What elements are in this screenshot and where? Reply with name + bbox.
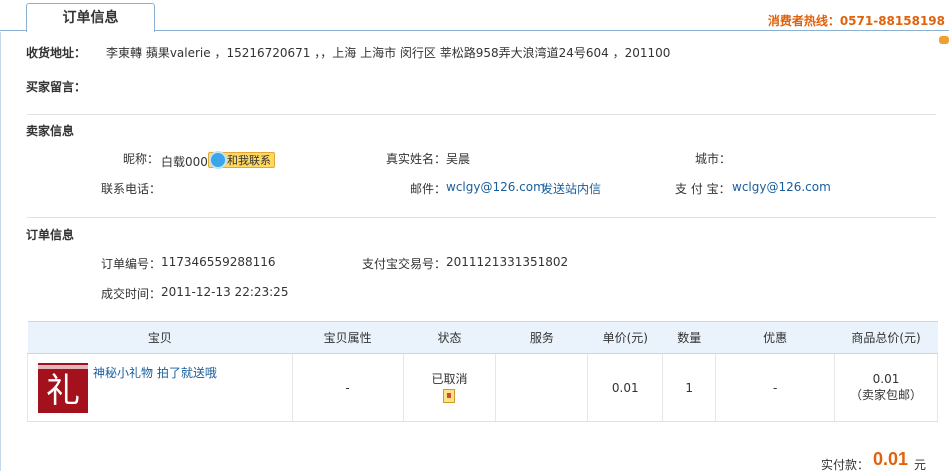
deal-time: 2011-12-13 22:23:25: [161, 285, 289, 299]
payment-amount: 0.01: [873, 449, 909, 469]
column-header: 数量: [662, 321, 716, 354]
consumer-hotline: 消费者热线：0571-88158198: [767, 14, 945, 28]
alipay-label: 支 付 宝：: [675, 182, 731, 196]
payment-unit: 元: [914, 458, 927, 471]
shipping-address-label: 收货地址：: [26, 46, 87, 60]
table-row: 礼 神秘小礼物 拍了就送哦 - 已取消 0.01 1 - 0.01 （卖家包邮）: [27, 353, 938, 422]
alipay-trade-number: 2011121331351802: [446, 255, 569, 269]
column-header: 状态: [403, 321, 496, 354]
item-total: 0.01: [872, 372, 900, 386]
seller-realname: 吴晨: [446, 152, 471, 166]
contact-seller-button[interactable]: 和我联系: [208, 151, 275, 169]
buyer-message-label: 买家留言：: [26, 80, 87, 94]
column-header: 服务: [495, 321, 588, 354]
seller-email-link[interactable]: wclgy@126.com: [446, 180, 545, 194]
tab-bar: 订单信息 消费者热线：0571-88158198: [0, 0, 949, 32]
email-label: 邮件：: [410, 182, 447, 196]
thumbnail-glyph: 礼: [46, 371, 80, 411]
item-title-link[interactable]: 神秘小礼物 拍了就送哦: [93, 364, 217, 381]
column-header: 商品总价(元): [834, 321, 938, 354]
column-header: 宝贝属性: [292, 321, 404, 354]
snapshot-icon[interactable]: [443, 388, 456, 403]
chat-icon: [209, 151, 227, 169]
send-message-link[interactable]: 发送站内信: [541, 180, 601, 197]
order-items-table: 宝贝 宝贝属性 状态 服务 单价(元) 数量 优惠 商品总价(元) 礼 神秘小礼…: [27, 321, 938, 422]
divider: [27, 114, 936, 115]
item-cell: 礼 神秘小礼物 拍了就送哦: [27, 353, 293, 422]
order-section-title: 订单信息: [26, 228, 75, 242]
phone-label: 联系电话：: [101, 182, 162, 196]
order-detail-panel: 收货地址： 李東轉 蘋果valerie ，15216720671 ，，上海 上海…: [0, 32, 949, 471]
shipping-address-value: 李東轉 蘋果valerie ，15216720671 ，，上海 上海市 闵行区 …: [106, 46, 671, 60]
item-service: [495, 353, 589, 422]
nickname-label: 昵称：: [123, 152, 160, 166]
alipay-trade-label: 支付宝交易号：: [362, 257, 447, 271]
column-header: 优惠: [715, 321, 835, 354]
payment-label: 实付款：: [821, 458, 870, 471]
item-unit-price: 0.01: [587, 353, 664, 422]
seller-section-title: 卖家信息: [26, 124, 75, 138]
deal-time-label: 成交时间：: [101, 287, 162, 301]
column-header: 单价(元): [587, 321, 663, 354]
item-discount: -: [715, 353, 836, 422]
order-number-label: 订单编号：: [101, 257, 162, 271]
city-label: 城市：: [695, 152, 732, 166]
order-number: 117346559288116: [161, 255, 276, 269]
seller-alipay-link[interactable]: wclgy@126.com: [732, 180, 831, 194]
item-attributes: -: [292, 353, 404, 422]
tab-order-info[interactable]: 订单信息: [26, 3, 155, 32]
seller-nickname: 白载000: [161, 155, 208, 169]
realname-label: 真实姓名：: [386, 152, 447, 166]
item-quantity: 1: [662, 353, 717, 422]
item-total-cell: 0.01 （卖家包邮）: [834, 353, 938, 422]
item-status: 已取消: [431, 371, 468, 386]
divider: [27, 217, 936, 218]
item-total-note: （卖家包邮）: [850, 388, 923, 402]
item-thumbnail[interactable]: 礼: [38, 363, 88, 413]
column-header: 宝贝: [27, 321, 293, 354]
contact-seller-label: 和我联系: [227, 154, 271, 167]
table-header-row: 宝贝 宝贝属性 状态 服务 单价(元) 数量 优惠 商品总价(元): [27, 321, 938, 354]
item-status-cell: 已取消: [403, 353, 497, 422]
